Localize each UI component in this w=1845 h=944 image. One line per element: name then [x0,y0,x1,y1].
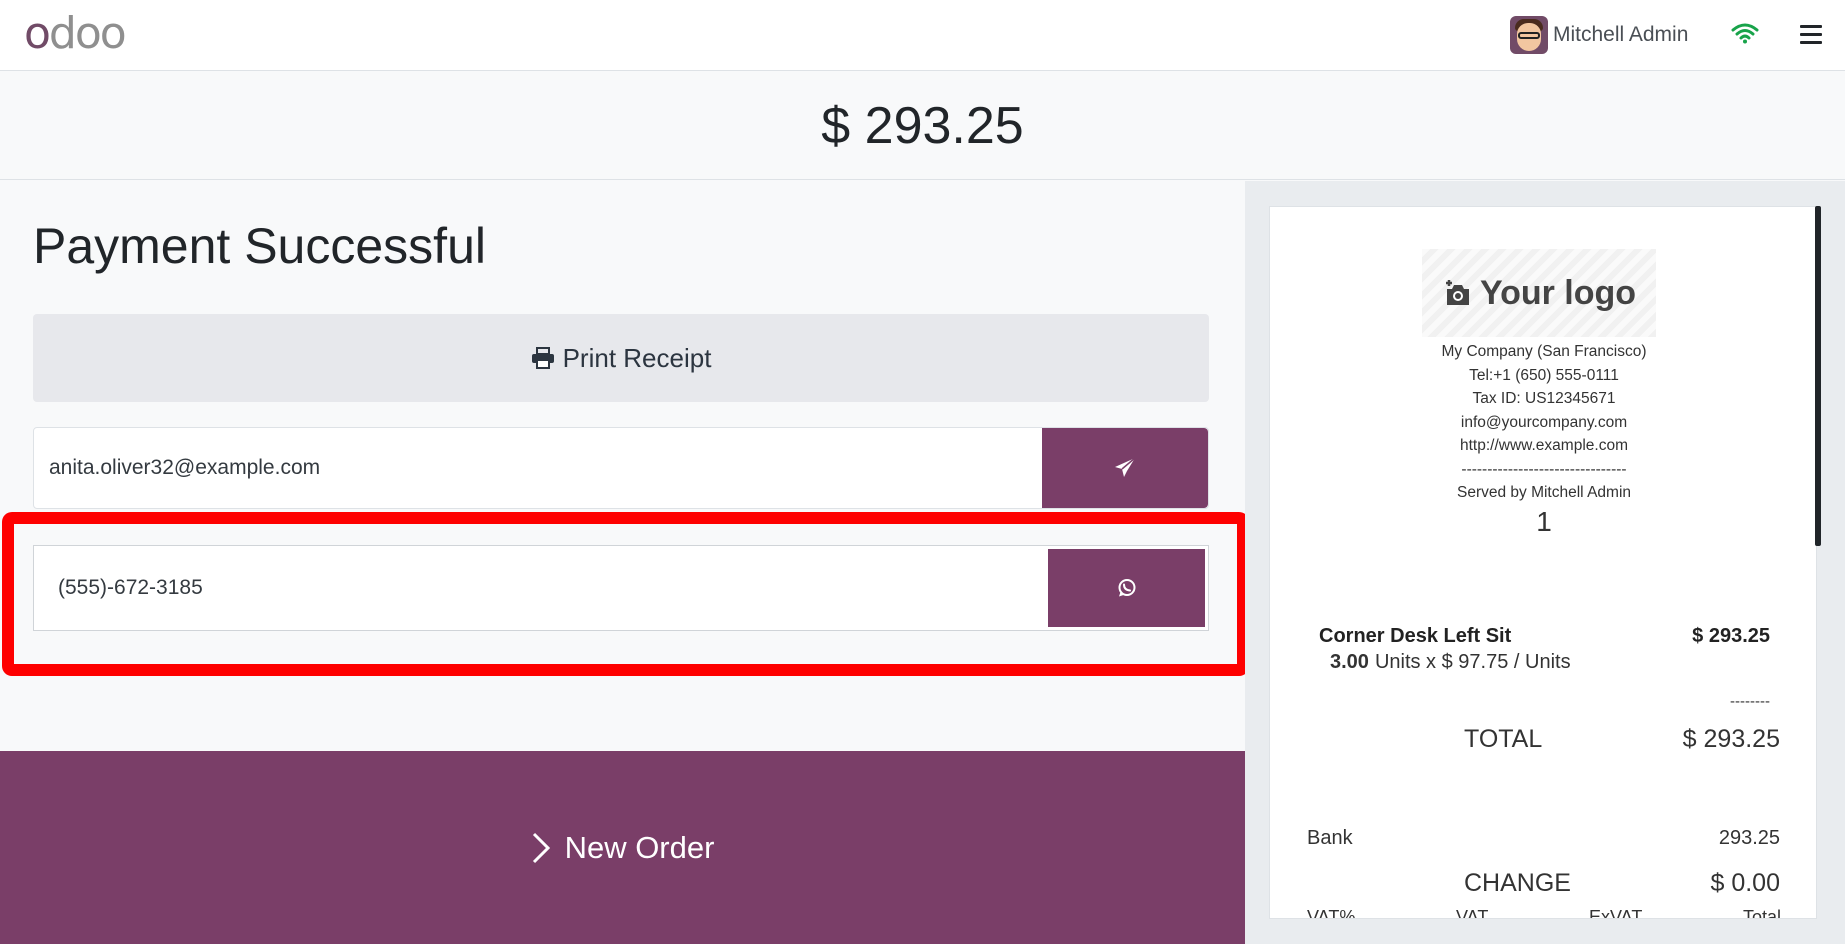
phone-field[interactable] [34,546,1049,630]
order-number: 1 [1536,506,1552,537]
send-email-button[interactable] [1042,428,1208,508]
receipt-scrollbar[interactable] [1815,206,1821,546]
wifi-icon [1731,23,1759,44]
odoo-logo: odoo [24,8,127,59]
chevron-right-icon [532,832,550,863]
total-separator: -------- [1730,693,1770,710]
hamburger-menu-icon[interactable] [1800,25,1822,45]
new-order-button[interactable]: New Order [0,751,1245,944]
change-label: CHANGE [1464,869,1571,897]
payment-method-label: Bank [1307,827,1353,849]
orderline-product-name: Corner Desk Left Sit [1319,625,1512,647]
user-name: Mitchell Admin [1553,23,1689,46]
total-label: TOTAL [1464,725,1543,753]
paper-plane-icon [1115,457,1136,477]
orderline-price: $ 293.25 [1692,625,1770,647]
send-whatsapp-button[interactable] [1048,549,1205,627]
payment-panel: Payment Successful Print Receipt anita.o… [0,181,1249,944]
page-title: Payment Successful [33,218,486,274]
whatsapp-receipt-row [33,545,1209,631]
total-amount: $ 293.25 [821,97,1024,155]
payment-method-value: 293.25 [1718,827,1780,849]
company-info: My Company (San Francisco) Tel:+1 (650) … [1441,343,1647,501]
new-order-label: New Order [564,829,715,865]
logo-text: Your logo [1479,273,1637,312]
receipt-panel: Your logo My Company (San Francisco) Tel… [1245,181,1845,944]
email-receipt-row [33,427,1209,509]
user-menu[interactable]: Mitchell Admin [1510,16,1688,54]
change-value: $ 0.00 [1710,869,1780,897]
whatsapp-icon [1118,579,1135,597]
print-receipt-label: Print Receipt [562,342,712,373]
total-value: $ 293.25 [1682,725,1780,753]
receipt: Your logo My Company (San Francisco) Tel… [1269,206,1817,919]
email-field[interactable] [34,428,1043,508]
vat-table-header: VAT% VAT ExVAT Total [1307,907,1781,919]
amount-bar: $ 293.25 [0,72,1845,180]
camera-plus-icon [1445,280,1469,305]
orderline-quantity: 3.00 Units x $ 97.75 / Units [1330,651,1571,673]
logo-placeholder: Your logo [1422,249,1656,337]
print-receipt-button[interactable]: Print Receipt [33,314,1209,402]
printer-icon [531,347,554,369]
top-navbar: odoo Mitchell Admin [0,0,1845,71]
avatar [1510,16,1548,54]
